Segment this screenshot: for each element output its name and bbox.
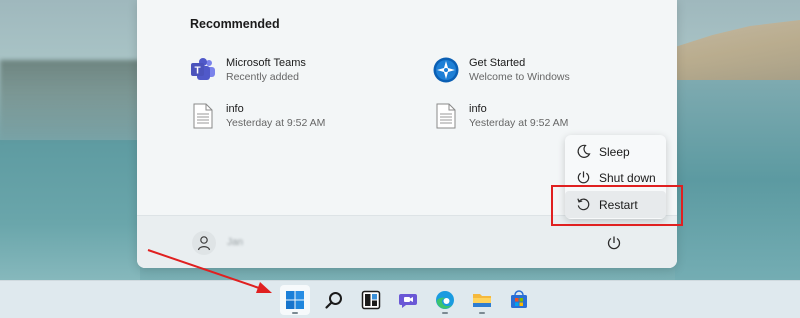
get-started-icon [433, 57, 459, 83]
taskbar-search-button[interactable] [319, 285, 349, 315]
taskbar-start-button[interactable] [280, 285, 310, 315]
desktop-water-left [0, 140, 140, 280]
recommended-item-name: Microsoft Teams [226, 57, 306, 69]
taskbar-chat-button[interactable] [393, 285, 423, 315]
file-explorer-icon [473, 294, 491, 307]
store-icon [511, 290, 527, 308]
recommended-title: Recommended [190, 17, 280, 31]
recommended-item-subtitle: Yesterday at 9:52 AM [469, 117, 569, 129]
user-avatar[interactable] [192, 231, 216, 255]
user-icon [197, 236, 211, 251]
power-menu-sleep[interactable]: Sleep [565, 138, 666, 165]
desktop-sandbank-right [675, 20, 800, 80]
user-name[interactable]: Jan [227, 237, 243, 248]
taskbar-file-explorer-button[interactable] [467, 285, 497, 315]
search-icon [325, 292, 342, 309]
power-icon [575, 170, 591, 186]
recommended-item-name: info [226, 103, 244, 115]
recommended-item-info-1[interactable]: info Yesterday at 9:52 AM [190, 102, 325, 130]
recommended-item-info-2[interactable]: info Yesterday at 9:52 AM [433, 102, 568, 130]
document-icon [190, 103, 216, 129]
desktop-reflection-left [0, 60, 140, 140]
taskbar-widgets-button[interactable] [356, 285, 386, 315]
recommended-item-get-started[interactable]: Get Started Welcome to Windows [433, 56, 570, 84]
recommended-item-subtitle: Yesterday at 9:52 AM [226, 117, 326, 129]
document-icon [433, 103, 459, 129]
svg-text:T: T [194, 66, 200, 77]
recommended-item-subtitle: Recently added [226, 71, 299, 83]
recommended-item-teams[interactable]: T Microsoft Teams Recently added [190, 56, 306, 84]
taskbar-active-indicator [292, 312, 298, 314]
taskbar [0, 280, 800, 318]
start-menu: Recommended T Microsoft Teams Recently a… [137, 0, 677, 268]
power-menu-label: Sleep [599, 144, 630, 159]
recommended-item-name: Get Started [469, 57, 526, 69]
taskbar-running-indicator [479, 312, 485, 314]
power-icon [607, 236, 621, 250]
start-icon [286, 291, 304, 309]
taskbar-store-button[interactable] [504, 285, 534, 315]
restart-highlight-box [551, 185, 683, 226]
taskbar-running-indicator [442, 312, 448, 314]
edge-icon [436, 291, 454, 309]
taskbar-edge-button[interactable] [430, 285, 460, 315]
recommended-item-subtitle: Welcome to Windows [469, 71, 570, 83]
widgets-icon [361, 290, 381, 310]
power-button[interactable] [603, 232, 625, 254]
recommended-item-name: info [469, 103, 487, 115]
desktop-water-right [675, 80, 800, 280]
chat-icon [399, 294, 417, 308]
teams-icon: T [190, 57, 216, 83]
sleep-icon [575, 144, 591, 160]
power-menu-label: Shut down [599, 170, 656, 185]
